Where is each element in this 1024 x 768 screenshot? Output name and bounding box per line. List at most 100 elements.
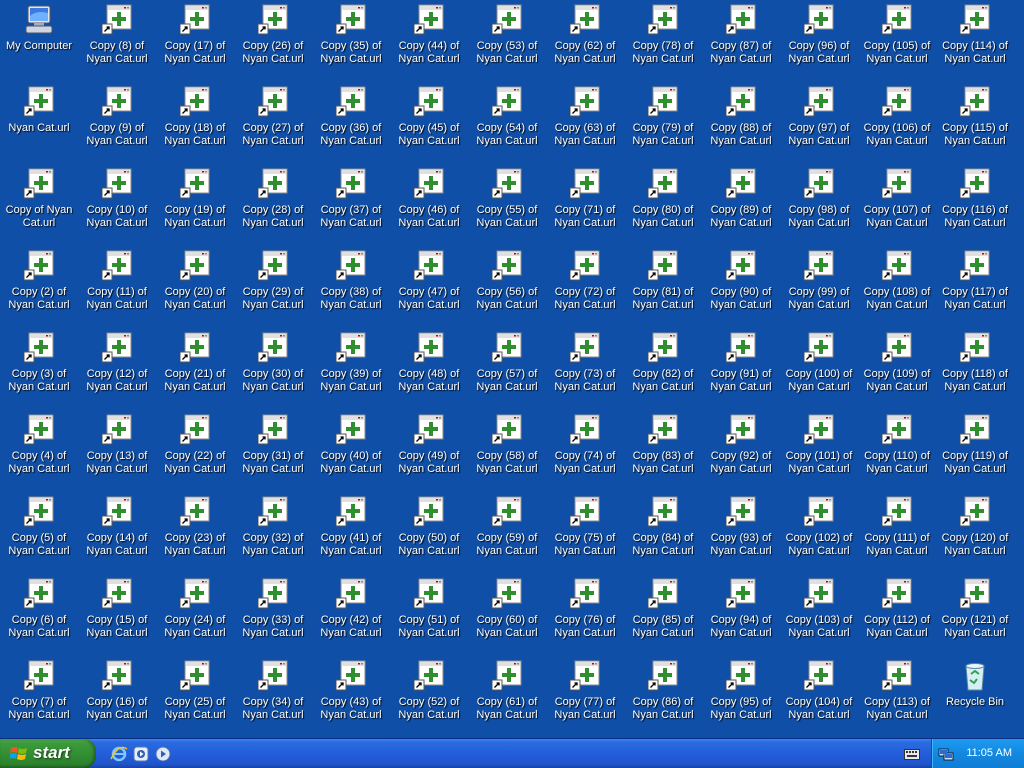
desktop-shortcut[interactable]: Copy (14) of Nyan Cat.url: [79, 494, 155, 574]
desktop-shortcut[interactable]: Copy (107) of Nyan Cat.url: [859, 166, 935, 246]
desktop-shortcut[interactable]: Copy (63) of Nyan Cat.url: [547, 84, 623, 164]
desktop-shortcut[interactable]: Copy (30) of Nyan Cat.url: [235, 330, 311, 410]
my-computer[interactable]: My Computer: [1, 2, 77, 82]
desktop-shortcut[interactable]: Copy (85) of Nyan Cat.url: [625, 576, 701, 656]
desktop-shortcut[interactable]: Copy (104) of Nyan Cat.url: [781, 658, 857, 738]
desktop-shortcut[interactable]: Copy (58) of Nyan Cat.url: [469, 412, 545, 492]
desktop-shortcut[interactable]: Copy (83) of Nyan Cat.url: [625, 412, 701, 492]
windows-update-icon[interactable]: [154, 745, 172, 763]
desktop-shortcut[interactable]: Copy (11) of Nyan Cat.url: [79, 248, 155, 328]
desktop-shortcut[interactable]: Copy (60) of Nyan Cat.url: [469, 576, 545, 656]
keyboard-icon[interactable]: [904, 747, 920, 761]
desktop-shortcut[interactable]: Copy (120) of Nyan Cat.url: [937, 494, 1013, 574]
desktop-shortcut[interactable]: Copy (53) of Nyan Cat.url: [469, 2, 545, 82]
desktop-shortcut[interactable]: Copy (92) of Nyan Cat.url: [703, 412, 779, 492]
desktop-shortcut[interactable]: Copy (35) of Nyan Cat.url: [313, 2, 389, 82]
desktop-shortcut[interactable]: Copy (106) of Nyan Cat.url: [859, 84, 935, 164]
desktop-shortcut[interactable]: Copy (80) of Nyan Cat.url: [625, 166, 701, 246]
desktop-shortcut[interactable]: Copy (8) of Nyan Cat.url: [79, 2, 155, 82]
desktop-shortcut[interactable]: Copy (98) of Nyan Cat.url: [781, 166, 857, 246]
desktop-shortcut[interactable]: Copy (36) of Nyan Cat.url: [313, 84, 389, 164]
desktop-shortcut[interactable]: Copy (29) of Nyan Cat.url: [235, 248, 311, 328]
desktop-shortcut[interactable]: Copy (86) of Nyan Cat.url: [625, 658, 701, 738]
desktop-shortcut[interactable]: Copy (75) of Nyan Cat.url: [547, 494, 623, 574]
desktop-shortcut[interactable]: Copy (46) of Nyan Cat.url: [391, 166, 467, 246]
desktop-shortcut[interactable]: Copy (32) of Nyan Cat.url: [235, 494, 311, 574]
desktop-shortcut[interactable]: Copy (103) of Nyan Cat.url: [781, 576, 857, 656]
desktop-shortcut[interactable]: Copy (37) of Nyan Cat.url: [313, 166, 389, 246]
desktop-shortcut[interactable]: Copy (81) of Nyan Cat.url: [625, 248, 701, 328]
internet-explorer-icon[interactable]: [110, 745, 128, 763]
desktop-shortcut[interactable]: Copy (88) of Nyan Cat.url: [703, 84, 779, 164]
desktop-shortcut[interactable]: Copy (7) of Nyan Cat.url: [1, 658, 77, 738]
desktop-shortcut[interactable]: Copy (109) of Nyan Cat.url: [859, 330, 935, 410]
desktop-shortcut[interactable]: Copy (49) of Nyan Cat.url: [391, 412, 467, 492]
desktop-shortcut[interactable]: Copy (118) of Nyan Cat.url: [937, 330, 1013, 410]
desktop-shortcut[interactable]: Copy (114) of Nyan Cat.url: [937, 2, 1013, 82]
desktop-shortcut[interactable]: Copy (42) of Nyan Cat.url: [313, 576, 389, 656]
desktop-shortcut[interactable]: Copy (77) of Nyan Cat.url: [547, 658, 623, 738]
desktop-shortcut[interactable]: Copy (13) of Nyan Cat.url: [79, 412, 155, 492]
desktop-shortcut[interactable]: Copy (31) of Nyan Cat.url: [235, 412, 311, 492]
desktop-shortcut[interactable]: Copy (73) of Nyan Cat.url: [547, 330, 623, 410]
desktop-shortcut[interactable]: Copy (110) of Nyan Cat.url: [859, 412, 935, 492]
desktop-shortcut[interactable]: Copy (50) of Nyan Cat.url: [391, 494, 467, 574]
desktop-shortcut[interactable]: Copy (94) of Nyan Cat.url: [703, 576, 779, 656]
desktop-shortcut[interactable]: Copy (56) of Nyan Cat.url: [469, 248, 545, 328]
desktop-shortcut[interactable]: Copy (89) of Nyan Cat.url: [703, 166, 779, 246]
desktop-shortcut[interactable]: Copy (52) of Nyan Cat.url: [391, 658, 467, 738]
desktop-shortcut[interactable]: Copy (57) of Nyan Cat.url: [469, 330, 545, 410]
desktop-shortcut[interactable]: Copy (6) of Nyan Cat.url: [1, 576, 77, 656]
desktop-shortcut[interactable]: Copy (96) of Nyan Cat.url: [781, 2, 857, 82]
desktop[interactable]: My Computer Nyan Cat.url Copy of Nyan Cat.…: [0, 0, 1024, 738]
desktop-shortcut[interactable]: Copy (61) of Nyan Cat.url: [469, 658, 545, 738]
desktop-shortcut[interactable]: Copy of Nyan Cat.url: [1, 166, 77, 246]
desktop-shortcut[interactable]: Copy (115) of Nyan Cat.url: [937, 84, 1013, 164]
desktop-shortcut[interactable]: Copy (101) of Nyan Cat.url: [781, 412, 857, 492]
desktop-shortcut[interactable]: Copy (82) of Nyan Cat.url: [625, 330, 701, 410]
desktop-shortcut[interactable]: Copy (5) of Nyan Cat.url: [1, 494, 77, 574]
desktop-shortcut[interactable]: Copy (95) of Nyan Cat.url: [703, 658, 779, 738]
desktop-shortcut[interactable]: Copy (12) of Nyan Cat.url: [79, 330, 155, 410]
desktop-shortcut[interactable]: Copy (3) of Nyan Cat.url: [1, 330, 77, 410]
desktop-shortcut[interactable]: Copy (113) of Nyan Cat.url: [859, 658, 935, 738]
desktop-shortcut[interactable]: Copy (27) of Nyan Cat.url: [235, 84, 311, 164]
desktop-shortcut[interactable]: Copy (43) of Nyan Cat.url: [313, 658, 389, 738]
desktop-shortcut[interactable]: Copy (119) of Nyan Cat.url: [937, 412, 1013, 492]
desktop-shortcut[interactable]: Copy (91) of Nyan Cat.url: [703, 330, 779, 410]
desktop-shortcut[interactable]: Copy (23) of Nyan Cat.url: [157, 494, 233, 574]
desktop-shortcut[interactable]: Copy (71) of Nyan Cat.url: [547, 166, 623, 246]
desktop-shortcut[interactable]: Copy (34) of Nyan Cat.url: [235, 658, 311, 738]
desktop-shortcut[interactable]: Copy (79) of Nyan Cat.url: [625, 84, 701, 164]
desktop-shortcut[interactable]: Copy (87) of Nyan Cat.url: [703, 2, 779, 82]
desktop-shortcut[interactable]: Copy (20) of Nyan Cat.url: [157, 248, 233, 328]
recycle-bin[interactable]: Recycle Bin: [937, 658, 1013, 738]
desktop-shortcut[interactable]: Copy (39) of Nyan Cat.url: [313, 330, 389, 410]
desktop-shortcut[interactable]: Copy (108) of Nyan Cat.url: [859, 248, 935, 328]
desktop-shortcut[interactable]: Copy (55) of Nyan Cat.url: [469, 166, 545, 246]
start-button[interactable]: start: [0, 739, 96, 768]
desktop-shortcut[interactable]: Copy (84) of Nyan Cat.url: [625, 494, 701, 574]
desktop-shortcut[interactable]: Copy (18) of Nyan Cat.url: [157, 84, 233, 164]
desktop-shortcut[interactable]: Copy (16) of Nyan Cat.url: [79, 658, 155, 738]
desktop-shortcut[interactable]: Nyan Cat.url: [1, 84, 77, 164]
desktop-shortcut[interactable]: Copy (105) of Nyan Cat.url: [859, 2, 935, 82]
desktop-shortcut[interactable]: Copy (41) of Nyan Cat.url: [313, 494, 389, 574]
desktop-shortcut[interactable]: Copy (45) of Nyan Cat.url: [391, 84, 467, 164]
desktop-shortcut[interactable]: Copy (9) of Nyan Cat.url: [79, 84, 155, 164]
network-icon[interactable]: [938, 746, 954, 762]
desktop-shortcut[interactable]: Copy (19) of Nyan Cat.url: [157, 166, 233, 246]
desktop-shortcut[interactable]: Copy (100) of Nyan Cat.url: [781, 330, 857, 410]
desktop-shortcut[interactable]: Copy (93) of Nyan Cat.url: [703, 494, 779, 574]
desktop-shortcut[interactable]: Copy (54) of Nyan Cat.url: [469, 84, 545, 164]
desktop-shortcut[interactable]: Copy (48) of Nyan Cat.url: [391, 330, 467, 410]
desktop-shortcut[interactable]: Copy (72) of Nyan Cat.url: [547, 248, 623, 328]
desktop-shortcut[interactable]: Copy (102) of Nyan Cat.url: [781, 494, 857, 574]
desktop-shortcut[interactable]: Copy (38) of Nyan Cat.url: [313, 248, 389, 328]
desktop-shortcut[interactable]: Copy (44) of Nyan Cat.url: [391, 2, 467, 82]
desktop-shortcut[interactable]: Copy (59) of Nyan Cat.url: [469, 494, 545, 574]
desktop-shortcut[interactable]: Copy (25) of Nyan Cat.url: [157, 658, 233, 738]
desktop-shortcut[interactable]: Copy (62) of Nyan Cat.url: [547, 2, 623, 82]
desktop-shortcut[interactable]: Copy (10) of Nyan Cat.url: [79, 166, 155, 246]
desktop-shortcut[interactable]: Copy (76) of Nyan Cat.url: [547, 576, 623, 656]
